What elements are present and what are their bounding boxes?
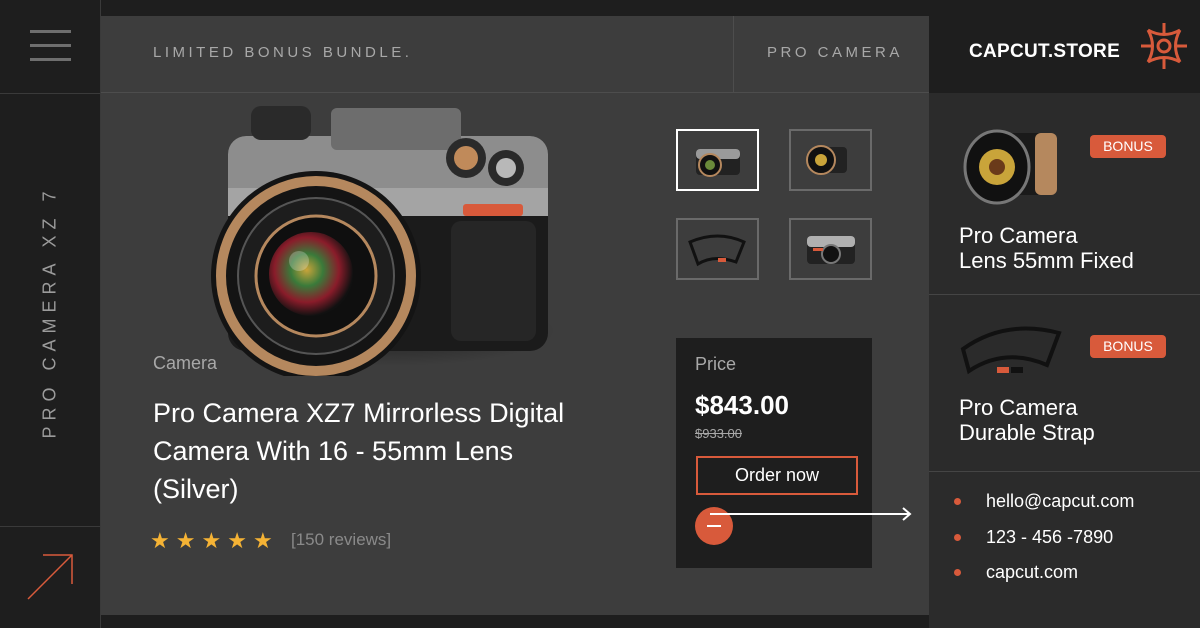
star-rating: ★ ★ ★ ★ ★	[150, 530, 273, 552]
arrow-right-icon	[710, 507, 912, 521]
price-box: Price $843.00 $933.00 Order now	[676, 338, 872, 568]
brand-bar: CAPCUT.STORE	[929, 0, 1200, 93]
bonus-card-strap[interactable]: BONUS Pro Camera Durable Strap	[929, 295, 1200, 472]
star-icon: ★	[150, 528, 170, 553]
minus-icon	[707, 525, 721, 527]
camera-icon	[807, 236, 855, 264]
divider	[0, 526, 101, 527]
review-count[interactable]: [150 reviews]	[291, 530, 391, 550]
strap-icon	[688, 234, 746, 267]
product-panel: LIMITED BONUS BUNDLE. PRO CAMERA Camera …	[101, 16, 929, 615]
bonus-badge: BONUS	[1090, 335, 1166, 358]
category-tag: PRO CAMERA	[767, 44, 903, 61]
thumbnail-camera-front[interactable]	[676, 129, 759, 191]
old-price: $933.00	[695, 426, 742, 441]
brand-logo-icon	[1141, 23, 1187, 69]
bonus-card-lens[interactable]: BONUS Pro Camera Lens 55mm Fixed	[929, 93, 1200, 295]
bonus-title: Pro Camera Lens 55mm Fixed	[959, 223, 1134, 273]
star-icon: ★	[227, 528, 247, 553]
product-category: Camera	[153, 353, 218, 373]
bonus-sidebar: CAPCUT.STORE BONUS Pro Camera Lens 55mm …	[929, 0, 1200, 628]
thumbnail-lens[interactable]	[789, 129, 872, 191]
contact-list: hello@capcut.com 123 - 456 -7890 capcut.…	[954, 488, 1134, 595]
star-icon: ★	[252, 528, 273, 553]
star-icon: ★	[201, 528, 222, 553]
contact-website[interactable]: capcut.com	[954, 559, 1134, 595]
divider	[733, 16, 734, 93]
thumbnail-camera-side[interactable]	[789, 218, 872, 280]
strap-icon	[960, 326, 1062, 375]
hamburger-icon[interactable]	[30, 30, 71, 64]
contact-email[interactable]: hello@capcut.com	[954, 488, 1134, 524]
current-price: $843.00	[695, 390, 789, 420]
bundle-label: LIMITED BONUS BUNDLE.	[153, 44, 413, 61]
brand-name[interactable]: CAPCUT.STORE	[969, 41, 1120, 63]
order-now-button[interactable]: Order now	[696, 456, 858, 495]
star-icon: ★	[175, 528, 196, 553]
divider	[0, 93, 101, 94]
top-bar: LIMITED BONUS BUNDLE. PRO CAMERA	[101, 16, 929, 93]
vertical-product-label: PRO CAMERA XZ 7	[39, 185, 60, 439]
camera-icon	[696, 149, 740, 177]
product-title: Pro Camera XZ7 Mirrorless Digital Camera…	[153, 398, 565, 504]
lens-icon	[963, 129, 1057, 205]
contact-phone[interactable]: 123 - 456 -7890	[954, 524, 1134, 560]
left-rail: PRO CAMERA XZ 7	[0, 0, 101, 628]
bonus-badge: BONUS	[1090, 135, 1166, 158]
arrow-up-right-icon[interactable]	[25, 552, 75, 602]
bonus-title: Pro Camera Durable Strap	[959, 395, 1095, 445]
thumbnail-strap[interactable]	[676, 218, 759, 280]
lens-icon	[806, 145, 847, 175]
price-label: Price	[695, 354, 737, 374]
camera-hero-image	[211, 106, 556, 376]
